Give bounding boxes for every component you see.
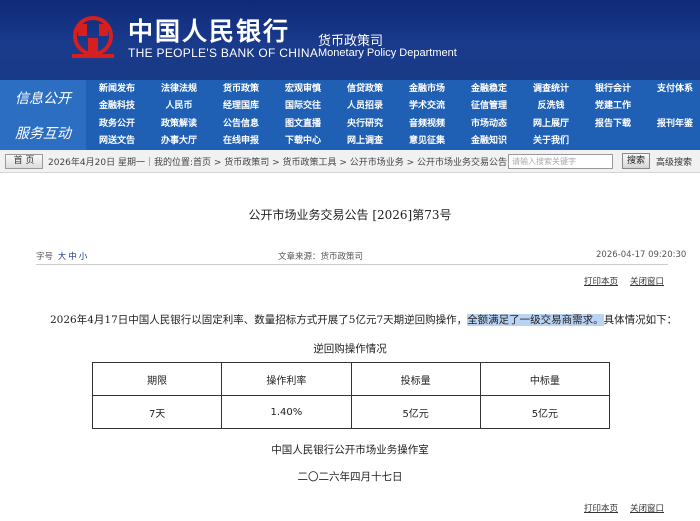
nav-item[interactable]: 征信管理 — [458, 98, 520, 115]
font-size-small[interactable]: 小 — [79, 252, 88, 262]
article-tools-top: 打印本页 关闭窗口 — [584, 275, 676, 287]
cell-term: 7天 — [91, 395, 223, 429]
org-name-en: THE PEOPLE'S BANK OF CHINA — [128, 46, 319, 60]
search-input[interactable]: 请输入搜索关键字 — [508, 154, 613, 169]
nav-item[interactable]: 网上调查 — [334, 133, 396, 150]
nav-item[interactable]: 在线申报 — [210, 133, 272, 150]
nav-item[interactable]: 金融稳定 — [458, 81, 520, 98]
cell-bid: 5亿元 — [350, 395, 481, 429]
close-window-link[interactable]: 关闭窗口 — [630, 277, 664, 287]
page-title: 公开市场业务交易公告 [2026]第73号 — [248, 208, 452, 222]
table-row: 7天 1.40% 5亿元 5亿元 — [91, 395, 611, 429]
font-size-label: 字号 — [36, 252, 54, 262]
announcement-text: 2026年4月17日中国人民银行以固定利率、数量招标方式开展了5亿元7天期逆回购… — [50, 312, 677, 327]
nav-item[interactable]: 金融科技 — [86, 98, 148, 115]
nav-item[interactable]: 经理国库 — [210, 98, 272, 115]
nav-item[interactable]: 国际交往 — [272, 98, 334, 115]
nav-row-4: 网送文告 办事大厅 在线申报 下载中心 网上调查 意见征集 金融知识 关于我们 — [86, 133, 700, 150]
nav-item[interactable]: 新闻发布 — [86, 81, 148, 98]
nav-item[interactable]: 公告信息 — [210, 116, 272, 133]
print-link-bottom[interactable]: 打印本页 — [584, 504, 618, 514]
announcement-text-main: 2026年4月17日中国人民银行以固定利率、数量招标方式开展了5亿元7天期逆回购… — [50, 314, 468, 326]
search-button[interactable]: 搜索 — [622, 153, 650, 169]
nav-section-info: 信息公开 — [0, 80, 86, 116]
nav-item[interactable]: 图文直播 — [272, 116, 334, 133]
nav-item[interactable]: 市场动态 — [458, 116, 520, 133]
org-name-cn: 中国人民银行 — [128, 17, 291, 46]
nav-item[interactable]: 关于我们 — [520, 133, 582, 150]
nav-section-service: 服务互动 — [0, 115, 86, 150]
nav-item[interactable]: 金融知识 — [458, 133, 520, 150]
col-header-bid: 投标量 — [350, 362, 481, 396]
table-header-row: 期限 操作利率 投标量 中标量 — [91, 362, 611, 396]
home-button[interactable]: 首 页 — [5, 154, 43, 169]
nav-item[interactable]: 政务公开 — [86, 116, 148, 133]
article-source: 文章来源：货币政策司 — [278, 252, 364, 262]
article-tools-bottom: 打印本页 关闭窗口 — [584, 502, 676, 514]
nav-item[interactable]: 意见征集 — [396, 133, 458, 150]
site-header: 中国人民银行 THE PEOPLE'S BANK OF CHINA 货币政策司 … — [0, 0, 700, 80]
nav-item[interactable]: 金融市场 — [396, 81, 458, 98]
nav-row-2: 金融科技 人民币 经理国库 国际交往 人员招录 学术交流 征信管理 反洗钱 党建工作 — [86, 98, 700, 115]
nav-item[interactable]: 法律法规 — [148, 81, 210, 98]
pboc-logo-icon[interactable] — [68, 16, 118, 60]
nav-item[interactable]: 人员招录 — [334, 98, 396, 115]
nav-item[interactable]: 银行会计 — [582, 81, 644, 98]
nav-item[interactable]: 宏观审慎 — [272, 81, 334, 98]
nav-item[interactable]: 货币政策 — [210, 81, 272, 98]
nav-item[interactable]: 报告下载 — [582, 116, 644, 133]
nav-item[interactable]: 网上展厅 — [520, 116, 582, 133]
nav-item[interactable]: 下载中心 — [272, 133, 334, 150]
font-size-medium[interactable]: 中 — [68, 252, 77, 262]
nav-item[interactable]: 报刊年鉴 — [644, 116, 700, 133]
nav-row-3: 政务公开 政策解读 公告信息 图文直播 央行研究 音频视频 市场动态 网上展厅 报告下载 报刊年鉴 — [86, 116, 700, 133]
col-header-term: 期限 — [91, 362, 223, 396]
col-header-winning: 中标量 — [479, 362, 611, 396]
cell-rate: 1.40% — [221, 395, 352, 429]
announcement-highlight: 全额满足了一级交易商需求。 — [467, 314, 604, 326]
nav-item[interactable]: 调查统计 — [520, 81, 582, 98]
advanced-search-link[interactable]: 高级搜索 — [656, 155, 692, 168]
cell-winning: 5亿元 — [479, 395, 611, 429]
nav-item[interactable]: 反洗钱 — [520, 98, 582, 115]
nav-item[interactable]: 学术交流 — [396, 98, 458, 115]
nav-item[interactable]: 政策解读 — [148, 116, 210, 133]
nav-row-1: 新闻发布 法律法规 货币政策 宏观审慎 信贷政策 金融市场 金融稳定 调查统计 银行会计 支付体系 — [86, 81, 700, 98]
nav-item[interactable]: 央行研究 — [334, 116, 396, 133]
dept-name-en: Monetary Policy Department — [318, 47, 457, 59]
operations-table: 期限 操作利率 投标量 中标量 7天 1.40% 5亿元 5亿元 — [91, 362, 611, 429]
nav-item[interactable]: 人民币 — [148, 98, 210, 115]
nav-item[interactable]: 网送文告 — [86, 133, 148, 150]
signature-org: 中国人民银行公开市场业务操作室 — [271, 444, 429, 456]
nav-item[interactable]: 音频视频 — [396, 116, 458, 133]
close-window-link-bottom[interactable]: 关闭窗口 — [630, 504, 664, 514]
font-size-control: 字号 大中小 — [36, 250, 87, 262]
nav-item[interactable]: 支付体系 — [644, 81, 700, 98]
nav-item[interactable]: 信贷政策 — [334, 81, 396, 98]
breadcrumb[interactable]: 2026年4月20日 星期一｜我的位置:首页 > 货币政策司 > 货币政策工具 … — [48, 155, 507, 168]
main-nav: 信息公开 服务互动 新闻发布 法律法规 货币政策 宏观审慎 信贷政策 金融市场 金融稳定 调查… — [0, 80, 700, 150]
divider — [36, 264, 668, 265]
signature-date: 二〇二六年四月十七日 — [297, 471, 403, 483]
announcement-text-end: 具体情况如下： — [603, 314, 678, 326]
print-link[interactable]: 打印本页 — [584, 277, 618, 287]
nav-item[interactable]: 党建工作 — [582, 98, 644, 115]
article-date: 2026-04-17 09:20:30 — [596, 250, 687, 260]
col-header-rate: 操作利率 — [221, 362, 352, 396]
font-size-large[interactable]: 大 — [58, 252, 67, 262]
breadcrumb-bar: 首 页 2026年4月20日 星期一｜我的位置:首页 > 货币政策司 > 货币政… — [0, 150, 700, 173]
table-title: 逆回购操作情况 — [313, 343, 387, 355]
nav-item[interactable]: 办事大厅 — [148, 133, 210, 150]
